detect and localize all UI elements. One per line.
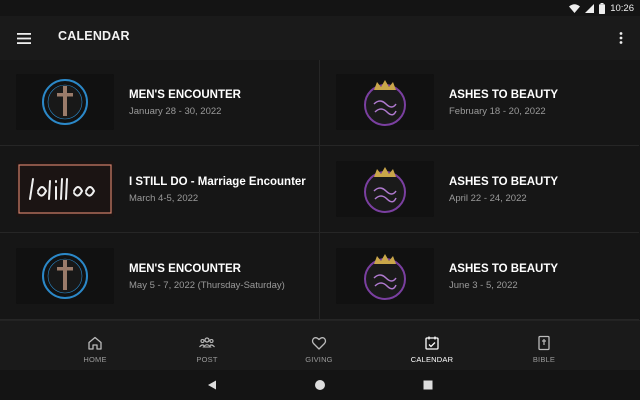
home-icon [88,336,102,350]
nav-bible[interactable]: BIBLE [494,321,594,371]
event-date: April 22 - 24, 2022 [449,193,527,204]
home-circle-icon [315,380,325,390]
home-system-button[interactable] [313,378,327,392]
status-icons: 10:26 [569,2,634,14]
page-title: CALENDAR [58,29,130,43]
event-date: February 18 - 20, 2022 [449,106,546,117]
event-title: ASHES TO BEAUTY [449,89,559,101]
event-card[interactable]: ASHES TO BEAUTY June 3 - 5, 2022 [320,234,639,320]
nav-label: GIVING [305,355,333,364]
nav-calendar[interactable]: CALENDAR [382,321,482,371]
nav-post[interactable]: POST [157,321,257,371]
bottom-navigation: HOME POST GIVING CALENDAR BIBLE [0,320,640,371]
event-image-cross-logo [16,248,114,304]
menu-button[interactable] [12,28,36,48]
hamburger-icon [17,32,31,44]
event-date: January 28 - 30, 2022 [129,106,222,117]
back-button[interactable] [205,378,219,392]
event-image-i-still-do-logo [16,161,114,217]
event-image-cross-logo [16,74,114,130]
nav-label: POST [196,355,218,364]
event-title: I STILL DO - Marriage Encounter [129,176,306,188]
overflow-menu-button[interactable] [612,28,630,48]
nav-label: BIBLE [532,355,556,364]
status-time: 10:26 [610,2,634,14]
event-title: MEN'S ENCOUNTER [129,263,241,275]
event-date: June 3 - 5, 2022 [449,280,518,291]
heart-icon [311,337,327,350]
back-triangle-icon [208,380,216,390]
event-grid: MEN'S ENCOUNTER January 28 - 30, 2022 AS… [0,60,640,320]
wifi-icon [569,3,581,13]
nav-label: HOME [83,355,107,364]
event-image-crown-logo [336,248,434,304]
event-title: ASHES TO BEAUTY [449,176,559,188]
signal-icon [585,3,595,13]
recents-square-icon [423,380,433,390]
event-card[interactable]: ASHES TO BEAUTY February 18 - 20, 2022 [320,60,639,146]
event-title: MEN'S ENCOUNTER [129,89,241,101]
battery-icon [599,2,606,14]
status-bar: 10:26 [0,0,640,16]
nav-label: CALENDAR [410,355,454,364]
event-image-crown-logo [336,161,434,217]
calendar-icon [425,336,439,350]
system-navigation-bar [0,370,640,400]
event-card[interactable]: I STILL DO - Marriage Encounter March 4-… [0,147,319,233]
event-card[interactable]: MEN'S ENCOUNTER January 28 - 30, 2022 [0,60,319,146]
event-title: ASHES TO BEAUTY [449,263,559,275]
event-date: March 4-5, 2022 [129,193,199,204]
event-card[interactable]: ASHES TO BEAUTY April 22 - 24, 2022 [320,147,639,233]
recents-button[interactable] [421,378,435,392]
nav-giving[interactable]: GIVING [269,321,369,371]
event-card[interactable]: MEN'S ENCOUNTER May 5 - 7, 2022 (Thursda… [0,234,319,320]
app-bar: CALENDAR [0,16,640,60]
more-vert-icon [619,32,623,44]
event-date: May 5 - 7, 2022 (Thursday-Saturday) [129,280,285,291]
bible-icon [538,335,550,351]
event-image-crown-logo [336,74,434,130]
people-icon [199,337,215,348]
nav-home[interactable]: HOME [45,321,145,371]
